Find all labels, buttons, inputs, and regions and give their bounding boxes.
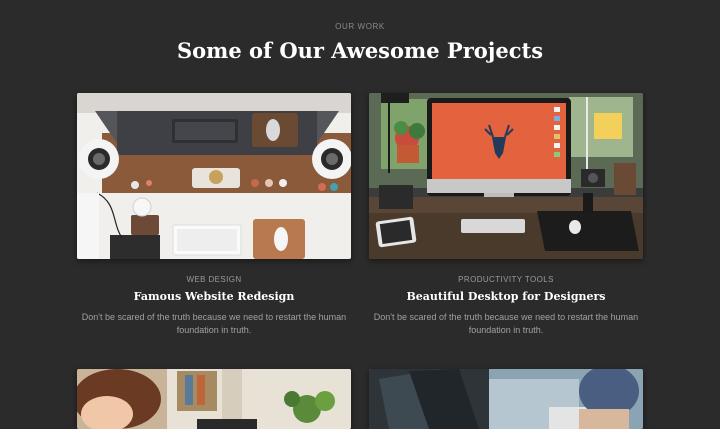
project-category: WEB DESIGN <box>186 275 242 284</box>
project-category: PRODUCTIVITY TOOLS <box>458 275 554 284</box>
project-thumbnail-person-laptop[interactable] <box>77 369 351 429</box>
project-title[interactable]: Famous Website Redesign <box>77 290 351 303</box>
person-laptop-photo-image <box>77 369 351 429</box>
project-description: Don't be scared of the truth because we … <box>81 312 347 335</box>
project-thumbnail-laptops[interactable] <box>369 369 643 429</box>
section-eyebrow: OUR WORK <box>335 22 385 31</box>
laptops-photo-image <box>369 369 643 429</box>
section-title: Some of Our Awesome Projects <box>176 38 544 63</box>
desk-photo-image <box>77 93 351 259</box>
project-title[interactable]: Beautiful Desktop for Designers <box>369 290 643 303</box>
project-description: Don't be scared of the truth because we … <box>373 312 639 335</box>
project-thumbnail-imac-desk[interactable] <box>369 93 643 259</box>
imac-desk-photo-image <box>369 93 643 259</box>
project-thumbnail-desk-topdown[interactable] <box>77 93 351 259</box>
